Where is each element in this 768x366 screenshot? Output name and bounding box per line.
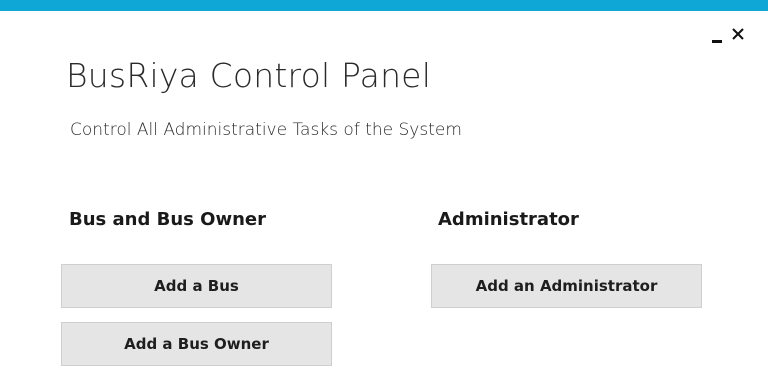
section-heading-administrator: Administrator xyxy=(438,209,579,230)
add-bus-button[interactable]: Add a Bus xyxy=(61,264,332,308)
close-icon xyxy=(732,28,744,40)
page-title: BusRiya Control Panel xyxy=(66,56,432,95)
page-subtitle: Control All Administrative Tasks of the … xyxy=(70,120,462,140)
add-administrator-button[interactable]: Add an Administrator xyxy=(431,264,702,308)
close-button[interactable] xyxy=(724,20,752,48)
section-heading-bus: Bus and Bus Owner xyxy=(69,209,266,230)
add-bus-owner-button[interactable]: Add a Bus Owner xyxy=(61,322,332,366)
accent-top-bar xyxy=(0,0,768,11)
minimize-icon xyxy=(712,39,722,43)
